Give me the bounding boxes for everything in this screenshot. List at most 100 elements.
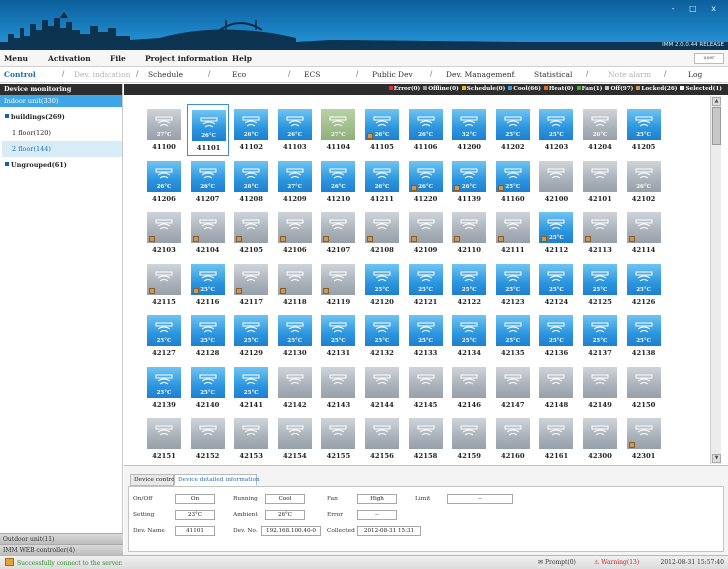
device-tile[interactable]: 42160 [492, 413, 534, 464]
device-tile[interactable]: 27°C 41100 [143, 104, 185, 156]
device-tile[interactable]: 42115 [143, 259, 185, 311]
device-tile[interactable]: 42103 [143, 207, 185, 259]
device-tile[interactable]: 25°C 42128 [187, 310, 229, 362]
device-tile[interactable]: 42149 [579, 362, 621, 414]
device-tile[interactable]: 42119 [317, 259, 359, 311]
device-tile[interactable]: 26°C 41106 [405, 104, 447, 156]
tab-schedule[interactable]: Schedule [148, 70, 183, 79]
tree-node[interactable]: 2 floor(144) [2, 141, 122, 157]
device-tile[interactable]: 26°C 41204 [579, 104, 621, 156]
tab-eco[interactable]: Eco [232, 70, 246, 79]
device-tile[interactable]: 42150 [623, 362, 665, 414]
device-tile[interactable]: 42108 [361, 207, 403, 259]
tab-log[interactable]: Log [688, 70, 702, 79]
device-tile[interactable]: 42148 [535, 362, 577, 414]
tab-dev-indication[interactable]: Dev. indication [74, 70, 130, 79]
device-tile[interactable]: 25°C 42138 [623, 310, 665, 362]
device-tile[interactable]: 25°C 41203 [535, 104, 577, 156]
legend-item[interactable]: Offline(0) [428, 86, 459, 92]
menu-item-help[interactable]: Help [232, 54, 252, 63]
legend-item[interactable]: Schedule(0) [467, 86, 506, 92]
device-tile[interactable]: 25°C 42130 [274, 310, 316, 362]
device-tile[interactable]: 42107 [317, 207, 359, 259]
device-tile[interactable]: 42144 [361, 362, 403, 414]
device-tile[interactable]: 26°C 41101 [186, 104, 229, 156]
device-tile[interactable]: 42153 [230, 413, 272, 464]
device-tile[interactable]: 26°C 41139 [448, 156, 490, 208]
indoor-unit-item[interactable]: Indoor unit(330) [0, 95, 122, 107]
legend-item[interactable]: Error(0) [394, 86, 420, 92]
device-tile[interactable]: 42151 [143, 413, 185, 464]
menu-item-project-information[interactable]: Project information [145, 54, 228, 63]
device-tile[interactable]: 26°C 41206 [143, 156, 185, 208]
device-tile[interactable]: 26°C 41208 [230, 156, 272, 208]
user-box[interactable]: user [694, 53, 724, 64]
device-tile[interactable]: 26°C 41105 [361, 104, 403, 156]
legend-item[interactable]: Fan(1) [582, 86, 603, 92]
device-tile[interactable]: 42101 [579, 156, 621, 208]
device-tile[interactable]: 25°C 42136 [535, 310, 577, 362]
device-tile[interactable]: 25°C 42123 [492, 259, 534, 311]
grid-scrollbar[interactable]: ▲ ▼ [710, 96, 721, 464]
device-tile[interactable]: 25°C 42141 [230, 362, 272, 414]
menu-item-menu[interactable]: Menu [4, 54, 28, 63]
device-tile[interactable]: 42117 [230, 259, 272, 311]
device-tile[interactable]: 25°C 42127 [143, 310, 185, 362]
legend-item[interactable]: Off(97) [610, 86, 633, 92]
device-tile[interactable]: 25°C 42120 [361, 259, 403, 311]
device-tile[interactable]: 25°C 42134 [448, 310, 490, 362]
device-tile[interactable]: 42300 [579, 413, 621, 464]
device-tile[interactable]: 26°C 41211 [361, 156, 403, 208]
device-tile[interactable]: 25°C 42137 [579, 310, 621, 362]
device-tile[interactable]: 26°C 41207 [187, 156, 229, 208]
device-tile[interactable]: 25°C 42139 [143, 362, 185, 414]
device-tile[interactable]: 25°C 42135 [492, 310, 534, 362]
device-tile[interactable]: 42105 [230, 207, 272, 259]
device-tile[interactable]: 26°C 41102 [230, 104, 272, 156]
device-tile[interactable]: 25°C 42132 [361, 310, 403, 362]
device-tile[interactable]: 26°C 41220 [405, 156, 447, 208]
device-tile[interactable]: 25°C 41202 [492, 104, 534, 156]
tab-statistical[interactable]: Statistical [534, 70, 572, 79]
device-tile[interactable]: 42104 [187, 207, 229, 259]
legend-item[interactable]: Selected(1) [685, 86, 722, 92]
device-tile[interactable]: 25°C 42125 [579, 259, 621, 311]
device-tile[interactable]: 42301 [623, 413, 665, 464]
device-tile[interactable]: 42143 [317, 362, 359, 414]
legend-item[interactable]: Locked(26) [641, 86, 677, 92]
device-tile[interactable]: 42114 [623, 207, 665, 259]
imm-web-controller-item[interactable]: IMM WEB controller(4) [0, 544, 123, 555]
device-tile[interactable]: 25°C 41205 [623, 104, 665, 156]
device-tile[interactable]: 42158 [405, 413, 447, 464]
device-tile[interactable]: 25°C 42126 [623, 259, 665, 311]
outdoor-unit-item[interactable]: Outdoor unit(11) [0, 533, 123, 544]
menu-item-file[interactable]: File [110, 54, 126, 63]
device-tile[interactable]: 26°C 41210 [317, 156, 359, 208]
scroll-down-arrow[interactable]: ▼ [712, 454, 721, 463]
tree-node[interactable]: Ungrouped(61) [2, 157, 122, 173]
device-tile[interactable]: 25°C 42133 [405, 310, 447, 362]
device-tile[interactable]: 27°C 41209 [274, 156, 316, 208]
tree-node[interactable]: buildings(269) [2, 109, 122, 125]
legend-item[interactable]: Cool(66) [513, 86, 541, 92]
device-tile[interactable]: 25°C 42122 [448, 259, 490, 311]
tab-control[interactable]: Control [4, 70, 36, 79]
device-tile[interactable]: 26°C 42102 [623, 156, 665, 208]
scroll-up-arrow[interactable]: ▲ [712, 97, 721, 106]
legend-item[interactable]: Heat(0) [549, 86, 574, 92]
tab-device-control[interactable]: Device control [130, 474, 177, 486]
device-tile[interactable]: 42145 [405, 362, 447, 414]
window-controls[interactable]: - □ x [672, 4, 722, 13]
scroll-thumb[interactable] [712, 107, 721, 145]
device-tile[interactable]: 42146 [448, 362, 490, 414]
tab-public-dev[interactable]: Public Dev [372, 70, 413, 79]
device-tile[interactable]: 42159 [448, 413, 490, 464]
device-tile[interactable]: 42109 [405, 207, 447, 259]
tree-node[interactable]: 1 floor(120) [2, 125, 122, 141]
device-tile[interactable]: 42142 [274, 362, 316, 414]
tab-dev-management[interactable]: Dev. Management [446, 70, 515, 79]
device-tile[interactable]: 26°C 41103 [274, 104, 316, 156]
device-tile[interactable]: 25°C 42124 [535, 259, 577, 311]
device-tile[interactable]: 25°C 42131 [317, 310, 359, 362]
device-tile[interactable]: 25°C 42116 [187, 259, 229, 311]
